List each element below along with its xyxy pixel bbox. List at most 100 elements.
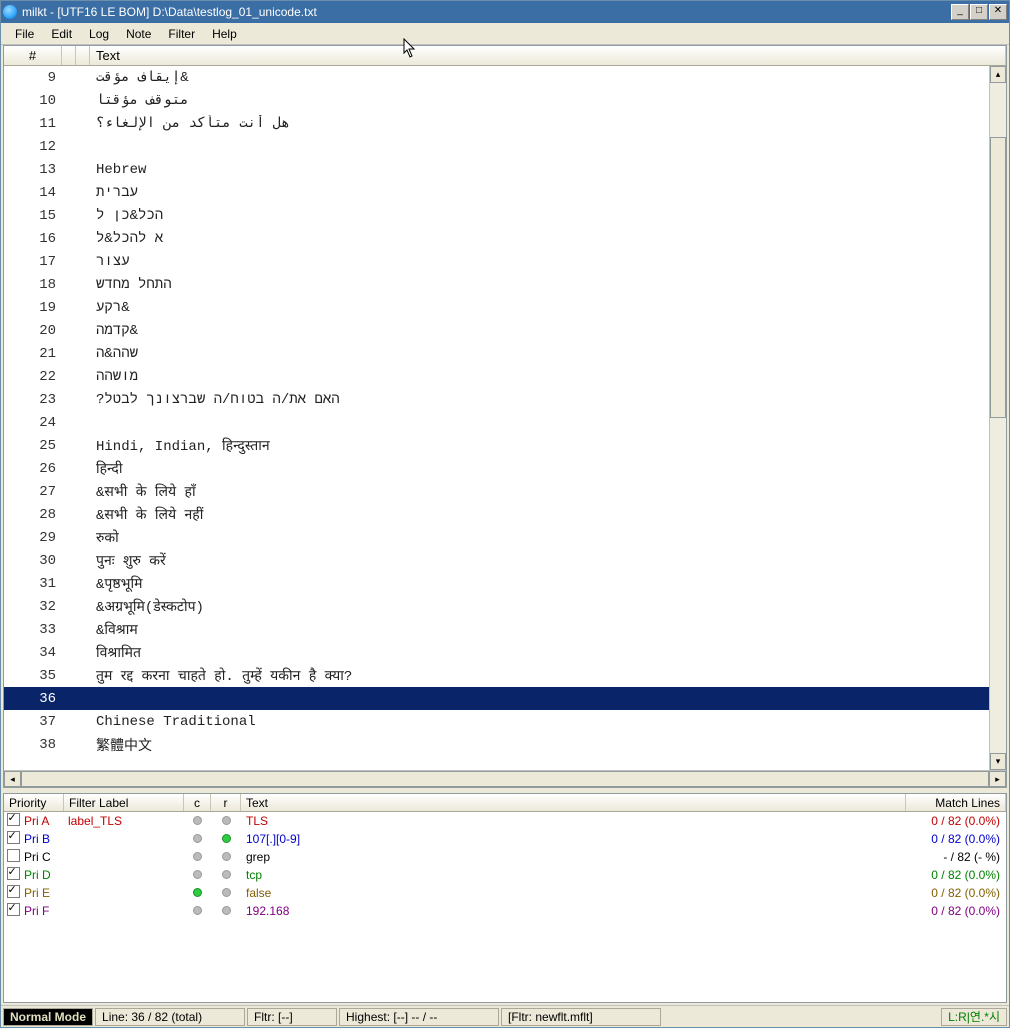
log-header: # Text	[4, 46, 1006, 66]
scroll-track[interactable]	[990, 83, 1006, 753]
log-row[interactable]: 13Hebrew	[4, 158, 989, 181]
c-indicator-icon[interactable]	[193, 870, 202, 879]
log-row[interactable]: 14עברית	[4, 181, 989, 204]
line-text: &अग्रभूमि(डेस्कटोप)	[84, 597, 989, 616]
log-row[interactable]: 20קדמה&	[4, 319, 989, 342]
col-filter-label[interactable]: Filter Label	[64, 794, 184, 811]
col-c[interactable]: c	[184, 794, 211, 811]
line-number: 32	[4, 599, 64, 615]
filter-checkbox[interactable]	[7, 813, 20, 826]
filter-row[interactable]: Pri Dtcp0 / 82 (0.0%)	[4, 866, 1006, 884]
hscroll-thumb[interactable]	[21, 771, 989, 787]
filter-rows[interactable]: Pri Alabel_TLSTLS0 / 82 (0.0%)Pri B107[.…	[4, 812, 1006, 920]
menu-help[interactable]: Help	[204, 25, 245, 43]
log-row[interactable]: 28&सभी के लिये नहीं	[4, 503, 989, 526]
log-row[interactable]: 35तुम रद्द करना चाहते हो. तुम्हें यकीन ह…	[4, 664, 989, 687]
filter-text: 107[.][0-9]	[241, 832, 906, 846]
log-row[interactable]: 12	[4, 135, 989, 158]
log-row[interactable]: 19רקע&	[4, 296, 989, 319]
app-icon	[3, 5, 17, 19]
menu-note[interactable]: Note	[118, 25, 159, 43]
r-indicator-icon[interactable]	[222, 834, 231, 843]
c-indicator-icon[interactable]	[193, 816, 202, 825]
line-number: 20	[4, 323, 64, 339]
log-row[interactable]: 22מושהה	[4, 365, 989, 388]
scroll-left-button[interactable]: ◂	[4, 771, 21, 787]
log-row[interactable]: 16א להכל&ל	[4, 227, 989, 250]
minimize-button[interactable]: _	[951, 4, 969, 20]
status-mode: Normal Mode	[3, 1008, 93, 1026]
r-indicator-icon[interactable]	[222, 852, 231, 861]
log-row[interactable]: 25Hindi, Indian, हिन्दुस्तान	[4, 434, 989, 457]
filter-row[interactable]: Pri Alabel_TLSTLS0 / 82 (0.0%)	[4, 812, 1006, 830]
log-row[interactable]: 24	[4, 411, 989, 434]
log-row[interactable]: 27&सभी के लिये हाँ	[4, 480, 989, 503]
c-indicator-icon[interactable]	[193, 834, 202, 843]
menu-log[interactable]: Log	[81, 25, 117, 43]
log-row[interactable]: 11هل أنت متأكد من الإلغاء؟	[4, 112, 989, 135]
c-indicator-icon[interactable]	[193, 852, 202, 861]
log-row[interactable]: 29रुको	[4, 526, 989, 549]
filter-checkbox[interactable]	[7, 849, 20, 862]
log-row[interactable]: 36	[4, 687, 989, 710]
close-button[interactable]: ✕	[989, 4, 1007, 20]
line-number: 31	[4, 576, 64, 592]
log-row[interactable]: 18התחל מחדש	[4, 273, 989, 296]
log-row[interactable]: 9إيقاف مؤقت&	[4, 66, 989, 89]
filter-row[interactable]: Pri F192.1680 / 82 (0.0%)	[4, 902, 1006, 920]
scroll-right-button[interactable]: ▸	[989, 771, 1006, 787]
col-gap2[interactable]	[76, 46, 90, 65]
status-fltr: Fltr: [--]	[247, 1008, 337, 1026]
line-number: 10	[4, 93, 64, 109]
log-row[interactable]: 31&पृष्ठभूमि	[4, 572, 989, 595]
r-indicator-icon[interactable]	[222, 816, 231, 825]
line-number: 15	[4, 208, 64, 224]
col-match[interactable]: Match Lines	[906, 794, 1006, 811]
menu-file[interactable]: File	[7, 25, 42, 43]
log-row[interactable]: 33&विश्राम	[4, 618, 989, 641]
scroll-up-button[interactable]: ▴	[990, 66, 1006, 83]
col-number[interactable]: #	[4, 46, 62, 65]
line-text: विश्रामित	[84, 643, 989, 662]
r-indicator-icon[interactable]	[222, 906, 231, 915]
log-row[interactable]: 23?האם את/ה בטוח/ה שברצונך לבטל	[4, 388, 989, 411]
col-text[interactable]: Text	[90, 46, 1006, 65]
log-row[interactable]: 21שהה&ה	[4, 342, 989, 365]
titlebar[interactable]: milkt - [UTF16 LE BOM] D:\Data\testlog_0…	[1, 1, 1009, 23]
log-row[interactable]: 38繁體中文	[4, 733, 989, 756]
log-row[interactable]: 26हिन्दी	[4, 457, 989, 480]
menu-edit[interactable]: Edit	[43, 25, 80, 43]
log-body[interactable]: 9إيقاف مؤقت&10 متوقف مؤقتا 11هل أنت متأكد …	[4, 66, 1006, 770]
horizontal-scrollbar[interactable]: ◂ ▸	[4, 770, 1006, 787]
menu-filter[interactable]: Filter	[160, 25, 203, 43]
log-row[interactable]: 34विश्रामित	[4, 641, 989, 664]
col-r[interactable]: r	[211, 794, 241, 811]
log-row[interactable]: 17עצור	[4, 250, 989, 273]
log-row[interactable]: 30पुनः शुरु करें	[4, 549, 989, 572]
col-filter-text[interactable]: Text	[241, 794, 906, 811]
maximize-button[interactable]: □	[970, 4, 988, 20]
filter-checkbox[interactable]	[7, 867, 20, 880]
filter-row[interactable]: Pri Cgrep- / 82 (- %)	[4, 848, 1006, 866]
filter-row[interactable]: Pri B107[.][0-9]0 / 82 (0.0%)	[4, 830, 1006, 848]
log-row[interactable]: 37Chinese Traditional	[4, 710, 989, 733]
c-indicator-icon[interactable]	[193, 888, 202, 897]
log-row[interactable]: 15הכל&כן ל	[4, 204, 989, 227]
filter-checkbox[interactable]	[7, 885, 20, 898]
log-row[interactable]: 32&अग्रभूमि(डेस्कटोप)	[4, 595, 989, 618]
r-indicator-icon[interactable]	[222, 870, 231, 879]
filter-priority: Pri C	[22, 850, 64, 864]
col-priority[interactable]: Priority	[4, 794, 64, 811]
line-text: متوقف مؤقتا	[84, 92, 989, 109]
filter-checkbox[interactable]	[7, 831, 20, 844]
c-indicator-icon[interactable]	[193, 906, 202, 915]
line-number: 36	[4, 691, 64, 707]
vertical-scrollbar[interactable]: ▴ ▾	[989, 66, 1006, 770]
filter-row[interactable]: Pri Efalse0 / 82 (0.0%)	[4, 884, 1006, 902]
scroll-thumb[interactable]	[990, 137, 1006, 418]
scroll-down-button[interactable]: ▾	[990, 753, 1006, 770]
log-row[interactable]: 10 متوقف مؤقتا	[4, 89, 989, 112]
filter-checkbox[interactable]	[7, 903, 20, 916]
r-indicator-icon[interactable]	[222, 888, 231, 897]
col-gap1[interactable]	[62, 46, 76, 65]
